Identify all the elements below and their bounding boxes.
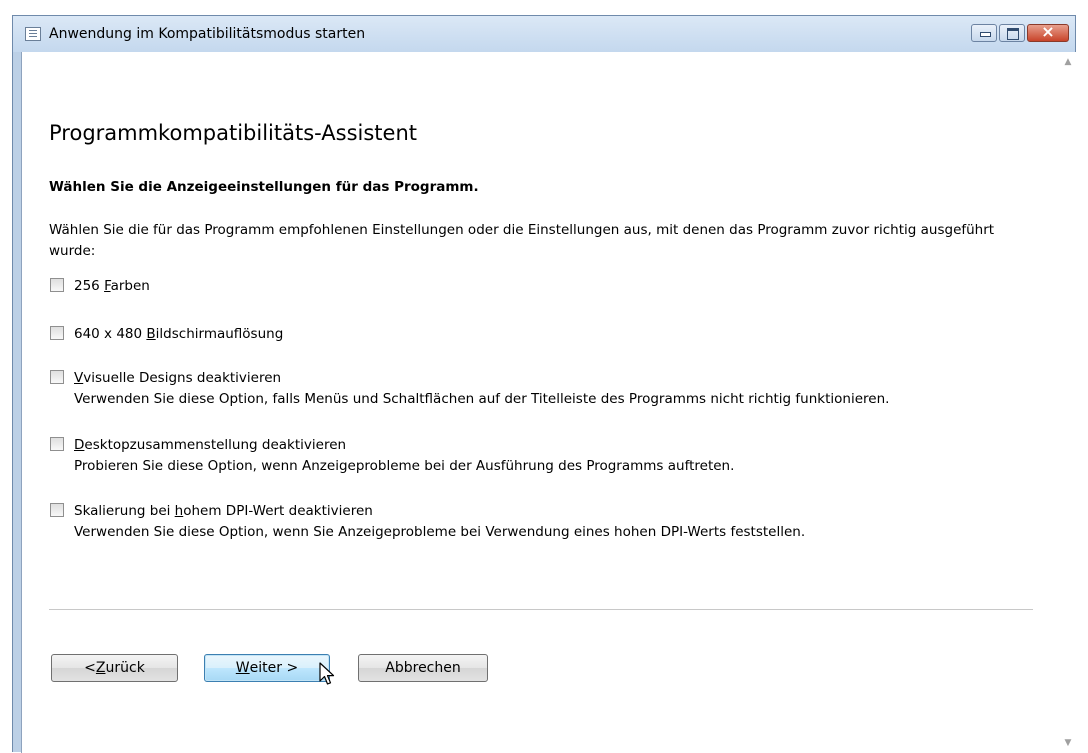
maximize-button[interactable]	[999, 24, 1025, 42]
page-intro: Wählen Sie die für das Programm empfohle…	[49, 222, 995, 259]
close-button[interactable]: ×	[1027, 22, 1069, 42]
option-label: 256 Farben	[74, 278, 150, 294]
option-disable-dpi-scaling[interactable]: Skalierung bei hohem DPI-Wert deaktivier…	[50, 501, 805, 543]
option-disable-visual-themes[interactable]: Vvisuelle Designs deaktivieren Verwenden…	[50, 368, 889, 410]
checkbox-disable-visual-themes[interactable]	[50, 370, 64, 384]
checkbox-640x480[interactable]	[50, 326, 64, 340]
checkbox-disable-dpi-scaling[interactable]	[50, 503, 64, 517]
close-icon: ×	[1041, 22, 1055, 41]
option-label: Desktopzusammenstellung deaktivieren Pro…	[74, 435, 734, 477]
scroll-down-arrow-icon[interactable]: ▼	[1060, 735, 1076, 751]
option-label: Skalierung bei hohem DPI-Wert deaktivier…	[74, 501, 805, 543]
vertical-scrollbar[interactable]: ▲ ▼	[1060, 52, 1076, 753]
page-subheading: Wählen Sie die Anzeigeeinstellungen für …	[49, 179, 479, 195]
option-label: 640 x 480 Bildschirmauflösung	[74, 326, 284, 342]
title-bar[interactable]: Anwendung im Kompatibilitätsmodus starte…	[13, 16, 1075, 52]
option-640x480[interactable]: 640 x 480 Bildschirmauflösung	[50, 324, 283, 345]
mouse-pointer-icon	[319, 662, 335, 685]
next-button[interactable]: Weiter >	[204, 654, 330, 682]
window-app-icon[interactable]	[25, 27, 41, 41]
option-description: Verwenden Sie diese Option, wenn Sie Anz…	[74, 524, 806, 540]
maximize-icon	[1007, 28, 1019, 40]
back-button[interactable]: < Zurück	[51, 654, 178, 682]
checkbox-disable-desktop-composition[interactable]	[50, 437, 64, 451]
scroll-up-arrow-icon[interactable]: ▲	[1060, 54, 1076, 70]
minimize-icon	[980, 32, 991, 37]
page-title: Programmkompatibilitäts-Assistent	[49, 121, 417, 145]
minimize-button[interactable]	[971, 24, 997, 42]
option-disable-desktop-composition[interactable]: Desktopzusammenstellung deaktivieren Pro…	[50, 435, 734, 477]
window-controls: ×	[969, 22, 1069, 42]
option-label: Vvisuelle Designs deaktivieren Verwenden…	[74, 368, 889, 410]
checkbox-256-colors[interactable]	[50, 278, 64, 292]
cancel-button[interactable]: Abbrechen	[358, 654, 488, 682]
option-description: Probieren Sie diese Option, wenn Anzeige…	[74, 458, 735, 474]
compat-window: Anwendung im Kompatibilitätsmodus starte…	[12, 15, 1076, 753]
button-separator	[49, 609, 1033, 610]
option-description: Verwenden Sie diese Option, falls Menüs …	[74, 391, 890, 407]
option-256-colors[interactable]: 256 Farben	[50, 276, 150, 297]
window-title: Anwendung im Kompatibilitätsmodus starte…	[49, 26, 366, 42]
wizard-page: Programmkompatibilitäts-Assistent Wählen…	[21, 52, 1076, 753]
